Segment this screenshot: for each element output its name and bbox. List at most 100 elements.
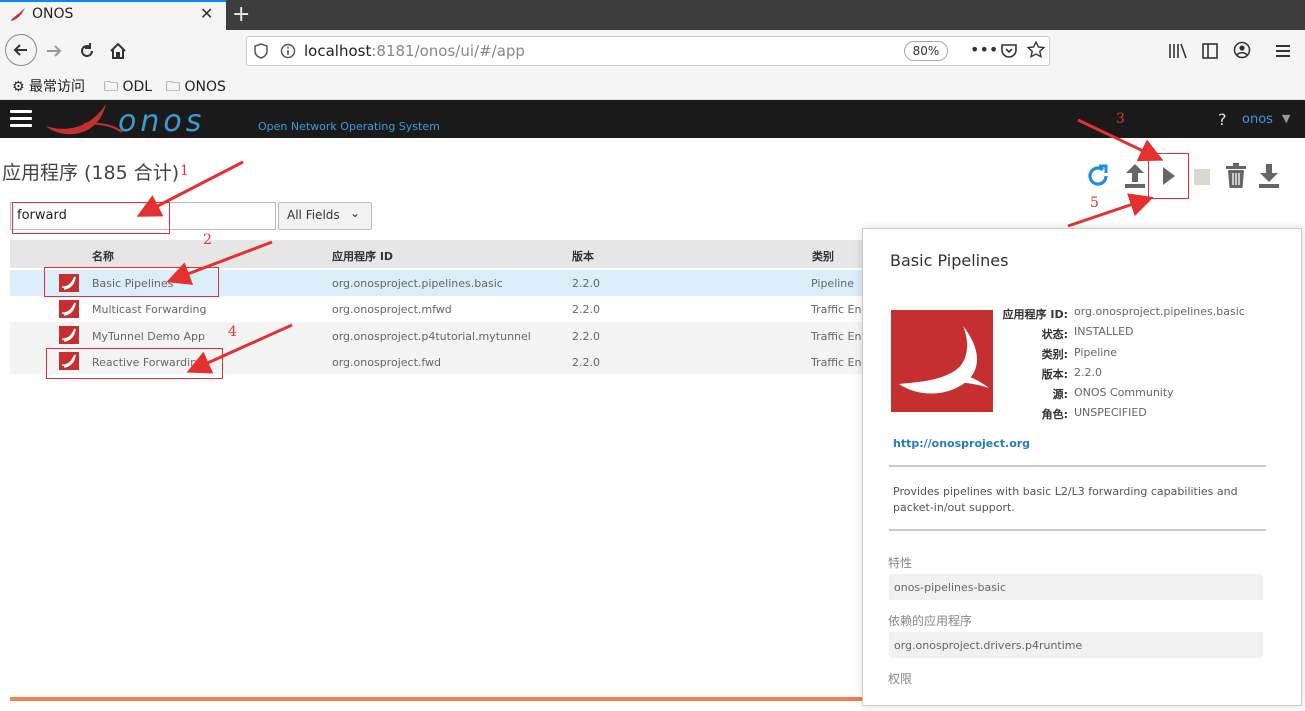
field-select-value: All Fields bbox=[287, 208, 340, 222]
app-name: Multicast Forwarding bbox=[92, 303, 207, 316]
app-icon bbox=[59, 300, 79, 318]
app-version: 2.2.0 bbox=[572, 277, 600, 290]
hamburger-menu-icon[interactable] bbox=[10, 110, 32, 128]
table-header bbox=[10, 240, 862, 268]
folder-icon: 🗀 bbox=[104, 79, 118, 95]
account-icon[interactable] bbox=[1233, 41, 1251, 59]
detail-label: 源: bbox=[1052, 388, 1068, 401]
annotation-box bbox=[46, 348, 223, 379]
detail-label: 状态: bbox=[1041, 328, 1068, 341]
dependencies-value: org.onosproject.drivers.p4runtime bbox=[894, 639, 1083, 652]
annotation-number: 3 bbox=[1116, 111, 1125, 127]
permissions-label: 权限 bbox=[888, 672, 913, 686]
app-icon bbox=[59, 326, 79, 344]
app-category: Traffic Eng bbox=[811, 356, 862, 369]
app-name: MyTunnel Demo App bbox=[92, 330, 205, 343]
detail-label: 应用程序 ID: bbox=[1002, 308, 1068, 321]
detail-value: UNSPECIFIED bbox=[1074, 406, 1147, 419]
close-icon[interactable]: ✕ bbox=[200, 4, 213, 23]
onos-bird-icon bbox=[61, 328, 76, 342]
app-version: 2.2.0 bbox=[572, 330, 600, 343]
info-icon[interactable] bbox=[280, 43, 296, 59]
zoom-badge[interactable]: 80% bbox=[904, 41, 948, 61]
detail-value: Pipeline bbox=[1074, 346, 1118, 359]
app-id: org.onosproject.pipelines.basic bbox=[332, 277, 503, 290]
app-category: Pipeline bbox=[811, 277, 855, 290]
more-icon[interactable]: ••• bbox=[970, 40, 998, 59]
detail-value: INSTALLED bbox=[1074, 325, 1134, 338]
chevron-down-icon[interactable]: ▼ bbox=[1282, 112, 1290, 125]
upload-icon[interactable] bbox=[1121, 160, 1149, 192]
app-version: 2.2.0 bbox=[572, 303, 600, 316]
refresh-icon[interactable] bbox=[1084, 160, 1112, 192]
bookmark-label: ODL bbox=[122, 79, 153, 95]
bookmark-odl[interactable]: 🗀 ODL bbox=[104, 76, 152, 100]
bookmark-most-visited[interactable]: ⚙ 最常访问 bbox=[12, 76, 85, 96]
menu-icon[interactable] bbox=[1274, 42, 1292, 60]
bookmark-label: 最常访问 bbox=[29, 79, 86, 95]
annotation-number: 2 bbox=[203, 232, 212, 248]
trash-icon[interactable] bbox=[1222, 160, 1250, 192]
bottom-accent-bar bbox=[10, 697, 862, 701]
arrow-left-icon bbox=[13, 44, 27, 56]
app-id: org.onosproject.mfwd bbox=[332, 303, 452, 316]
annotation-number: 4 bbox=[228, 324, 237, 340]
onos-logo-text: onos bbox=[118, 104, 206, 139]
onos-favicon-icon bbox=[11, 8, 25, 21]
column-header-name[interactable]: 名称 bbox=[92, 248, 114, 264]
reload-icon[interactable] bbox=[78, 42, 96, 60]
detail-description: Provides pipelines with basic L2/L3 forw… bbox=[893, 485, 1238, 514]
library-icon[interactable] bbox=[1168, 42, 1188, 60]
shield-icon[interactable] bbox=[254, 43, 268, 59]
pocket-icon[interactable] bbox=[1000, 42, 1018, 60]
app-category: Traffic Eng bbox=[811, 330, 862, 343]
user-menu[interactable]: onos bbox=[1242, 112, 1273, 127]
download-icon[interactable] bbox=[1255, 160, 1283, 192]
star-icon[interactable] bbox=[1027, 41, 1045, 59]
bookmark-onos[interactable]: 🗀 ONOS bbox=[166, 76, 226, 100]
detail-value: org.onosproject.pipelines.basic bbox=[1074, 305, 1245, 318]
features-value: onos-pipelines-basic bbox=[894, 581, 1007, 594]
detail-divider bbox=[889, 465, 1266, 467]
onos-bird-logo-icon bbox=[46, 104, 123, 135]
column-header-app-id[interactable]: 应用程序 ID bbox=[332, 248, 393, 264]
onos-logo-subtitle: Open Network Operating System bbox=[258, 120, 440, 133]
annotation-number: 1 bbox=[180, 163, 189, 179]
app-category: Traffic Eng bbox=[811, 303, 862, 316]
url-host: localhost bbox=[304, 42, 372, 60]
onos-bird-icon bbox=[61, 302, 76, 316]
gear-icon: ⚙ bbox=[12, 79, 25, 95]
page-title: 应用程序 (185 合计) bbox=[2, 162, 180, 184]
column-header-version[interactable]: 版本 bbox=[572, 248, 594, 264]
features-label: 特性 bbox=[888, 556, 913, 570]
home-icon[interactable] bbox=[108, 41, 128, 61]
stop-icon[interactable] bbox=[1189, 160, 1217, 192]
app-version: 2.2.0 bbox=[572, 356, 600, 369]
column-header-category[interactable]: 类别 bbox=[812, 248, 834, 264]
app-id: org.onosproject.fwd bbox=[332, 356, 442, 369]
back-button[interactable] bbox=[5, 34, 37, 66]
bookmark-label: ONOS bbox=[184, 79, 226, 95]
detail-website-link[interactable]: http://onosproject.org bbox=[893, 437, 1030, 450]
annotation-box bbox=[12, 202, 170, 234]
help-icon[interactable]: ? bbox=[1218, 110, 1227, 129]
detail-value: 2.2.0 bbox=[1074, 366, 1102, 379]
annotation-arrow bbox=[1067, 193, 1154, 228]
annotation-box bbox=[44, 267, 219, 297]
detail-label: 类别: bbox=[1041, 348, 1068, 361]
annotation-number: 5 bbox=[1090, 195, 1099, 211]
new-tab-button[interactable]: + bbox=[232, 2, 250, 27]
tab-title: ONOS bbox=[32, 6, 74, 22]
detail-label: 角色: bbox=[1041, 408, 1068, 421]
sidebar-icon[interactable] bbox=[1201, 42, 1219, 60]
detail-title: Basic Pipelines bbox=[890, 251, 1009, 270]
detail-divider bbox=[889, 529, 1266, 531]
app-id: org.onosproject.p4tutorial.mytunnel bbox=[332, 330, 531, 343]
forward-icon[interactable] bbox=[44, 42, 64, 60]
url-path: :8181/onos/ui/#/app bbox=[371, 42, 525, 60]
detail-value: ONOS Community bbox=[1074, 386, 1174, 399]
folder-icon: 🗀 bbox=[166, 79, 180, 95]
dependencies-label: 依赖的应用程序 bbox=[888, 614, 973, 628]
chevron-down-icon[interactable]: ⌄ bbox=[350, 206, 360, 220]
url-text[interactable]: localhost:8181/onos/ui/#/app bbox=[304, 42, 525, 60]
